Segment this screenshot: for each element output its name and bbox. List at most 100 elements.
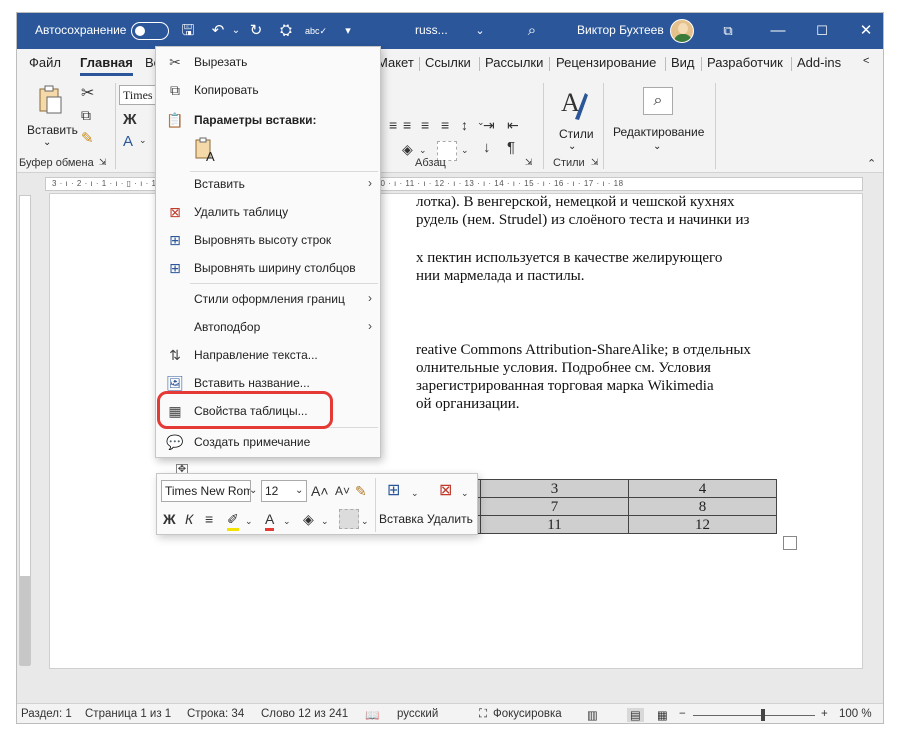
shading-dropdown-icon[interactable]: ⌄ <box>321 512 329 530</box>
menu-item-delete-table[interactable]: ⊠ Удалить таблицу <box>156 201 380 223</box>
mini-bold-button[interactable]: Ж <box>163 510 176 528</box>
doc-name-dropdown-icon[interactable]: ⌄ <box>469 20 491 42</box>
autosave-toggle[interactable] <box>131 22 169 40</box>
outdent-icon[interactable]: ⇤ <box>507 117 519 134</box>
tab-layout[interactable]: Макет <box>377 55 414 70</box>
size-dropdown-icon[interactable]: ⌄ <box>295 482 303 500</box>
shading-icon[interactable]: ◈ <box>303 510 314 528</box>
editing-button-label[interactable]: Редактирование <box>613 125 704 139</box>
zoom-out-icon[interactable]: − <box>679 708 686 720</box>
indent-icon[interactable]: ⇥ <box>483 117 495 134</box>
mini-italic-button[interactable]: К <box>185 510 193 528</box>
format-painter-icon[interactable]: ✎ <box>355 482 367 500</box>
redo-icon[interactable]: ↻ <box>245 20 267 42</box>
insert-dropdown-icon[interactable]: ⌄ <box>411 484 419 502</box>
format-painter-icon[interactable]: ✎ <box>81 129 94 147</box>
grow-font-icon[interactable]: A˄ <box>311 482 329 500</box>
insert-button-label[interactable]: Вставка <box>379 512 424 526</box>
menu-item-copy[interactable]: ⧉ Копировать <box>156 79 380 101</box>
status-page[interactable]: Страница 1 из 1 <box>85 708 171 720</box>
print-layout-icon[interactable]: ▤ <box>627 708 644 722</box>
zoom-slider[interactable] <box>693 715 815 716</box>
table-cell[interactable]: 3 <box>480 479 629 498</box>
vertical-ruler[interactable] <box>19 195 31 666</box>
pilcrow-icon[interactable]: ¶ <box>507 139 515 156</box>
customize-toolbar-icon[interactable]: ▾ <box>337 20 359 42</box>
shrink-font-icon[interactable]: A˅ <box>335 482 350 500</box>
paste-icon[interactable] <box>37 85 63 115</box>
proofing-icon[interactable]: 📖 <box>365 708 379 722</box>
avatar[interactable] <box>670 19 694 43</box>
styles-launcher-icon[interactable]: ⇲ <box>591 157 599 168</box>
status-zoom[interactable]: 100 % <box>839 708 872 720</box>
center-align-icon[interactable]: ≡ <box>205 510 213 528</box>
keep-text-only-icon[interactable]: A <box>194 137 218 163</box>
font-color-dropdown-icon[interactable]: ⌄ <box>283 512 291 530</box>
menu-item-cut[interactable]: ✂ Вырезать <box>156 51 380 73</box>
table-cell[interactable]: 4 <box>628 479 777 498</box>
delete-table-icon[interactable]: ⊠ <box>439 482 452 500</box>
copy-icon[interactable]: ⧉ <box>81 107 91 124</box>
undo-dropdown-icon[interactable]: ⌄ <box>225 20 247 42</box>
table-cell[interactable]: 11 <box>480 515 629 534</box>
menu-item-text-direction[interactable]: ⇅ Направление текста... <box>156 344 380 366</box>
styles-icon[interactable]: A <box>557 85 589 123</box>
bold-button[interactable]: Ж <box>123 111 137 128</box>
tab-view[interactable]: Вид <box>671 55 695 70</box>
status-section[interactable]: Раздел: 1 <box>21 708 72 720</box>
search-editing-icon[interactable]: ⌕ <box>643 87 673 115</box>
read-mode-icon[interactable]: ▥ <box>587 708 598 722</box>
font-color-icon[interactable]: A <box>265 510 275 531</box>
table-resize-handle[interactable] <box>783 536 797 550</box>
align-icon[interactable]: ≡ <box>389 117 397 133</box>
delete-dropdown-icon[interactable]: ⌄ <box>461 484 469 502</box>
close-icon[interactable]: ✕ <box>855 20 877 42</box>
collapse-ribbon-icon[interactable]: ⌃ <box>867 157 876 170</box>
tab-file[interactable]: Файл <box>29 55 61 70</box>
justify-icon[interactable]: ≡ <box>441 117 449 133</box>
spelling-icon[interactable]: abc✓ <box>305 20 327 42</box>
shading-icon[interactable]: ◈ <box>402 141 413 158</box>
zoom-slider-knob[interactable] <box>761 709 765 721</box>
web-layout-icon[interactable]: ▦ <box>657 708 668 722</box>
zoom-in-icon[interactable]: + <box>821 708 828 720</box>
shading-dropdown-icon[interactable]: ⌄ <box>419 145 427 156</box>
menu-item-new-comment[interactable]: 💬 Создать примечание <box>156 431 380 453</box>
tab-references[interactable]: Ссылки <box>425 55 471 70</box>
ribbon-options-icon[interactable]: < <box>863 55 869 67</box>
paragraph-launcher-icon[interactable]: ⇲ <box>525 157 533 168</box>
save-icon[interactable]: 🖫 <box>177 20 199 42</box>
borders-dropdown-icon[interactable]: ⌄ <box>361 512 369 530</box>
maximize-icon[interactable]: ☐ <box>811 20 833 42</box>
font-dropdown-icon[interactable]: ⌄ <box>249 482 257 500</box>
mini-font-name-box[interactable]: Times New Roman <box>161 480 251 502</box>
highlight-dropdown-icon[interactable]: ⌄ <box>245 512 253 530</box>
menu-item-insert[interactable]: Вставить › <box>156 173 380 195</box>
borders-button[interactable] <box>339 509 359 529</box>
focus-icon[interactable]: ⛶ <box>479 708 487 721</box>
text-effects-icon[interactable]: A <box>123 133 133 150</box>
paste-button-label[interactable]: Вставить <box>27 123 78 137</box>
clipboard-launcher-icon[interactable]: ⇲ <box>99 157 107 168</box>
highlight-icon[interactable]: ✐ <box>227 510 239 531</box>
delete-button-label[interactable]: Удалить <box>427 512 473 526</box>
touch-mode-icon[interactable]: ⛭ <box>275 20 297 42</box>
align-right-icon[interactable]: ≡ <box>421 117 429 133</box>
user-name[interactable]: Виктор Бухтеев <box>577 23 664 37</box>
status-line[interactable]: Строка: 34 <box>187 708 244 720</box>
status-word[interactable]: Слово 12 из 241 <box>261 708 348 720</box>
text-effects-dropdown-icon[interactable]: ⌄ <box>139 135 147 146</box>
sort-icon[interactable]: ↓ <box>483 139 491 156</box>
tab-developer[interactable]: Разработчик <box>707 55 783 70</box>
tab-addins[interactable]: Add-ins <box>797 55 841 70</box>
insert-table-icon[interactable]: ⊞ <box>387 482 400 500</box>
minimize-icon[interactable]: — <box>767 20 789 42</box>
editing-dropdown-icon[interactable]: ⌄ <box>653 141 661 152</box>
document-name[interactable]: russ... <box>415 23 448 37</box>
tab-mailings[interactable]: Рассылки <box>485 55 543 70</box>
status-language[interactable]: русский <box>397 708 438 720</box>
status-focus[interactable]: Фокусировка <box>493 708 562 720</box>
line-spacing-icon[interactable]: ↕ <box>461 117 468 133</box>
menu-item-distribute-rows[interactable]: ⊞ Выровнять высоту строк <box>156 229 380 251</box>
table-cell[interactable]: 7 <box>480 497 629 516</box>
